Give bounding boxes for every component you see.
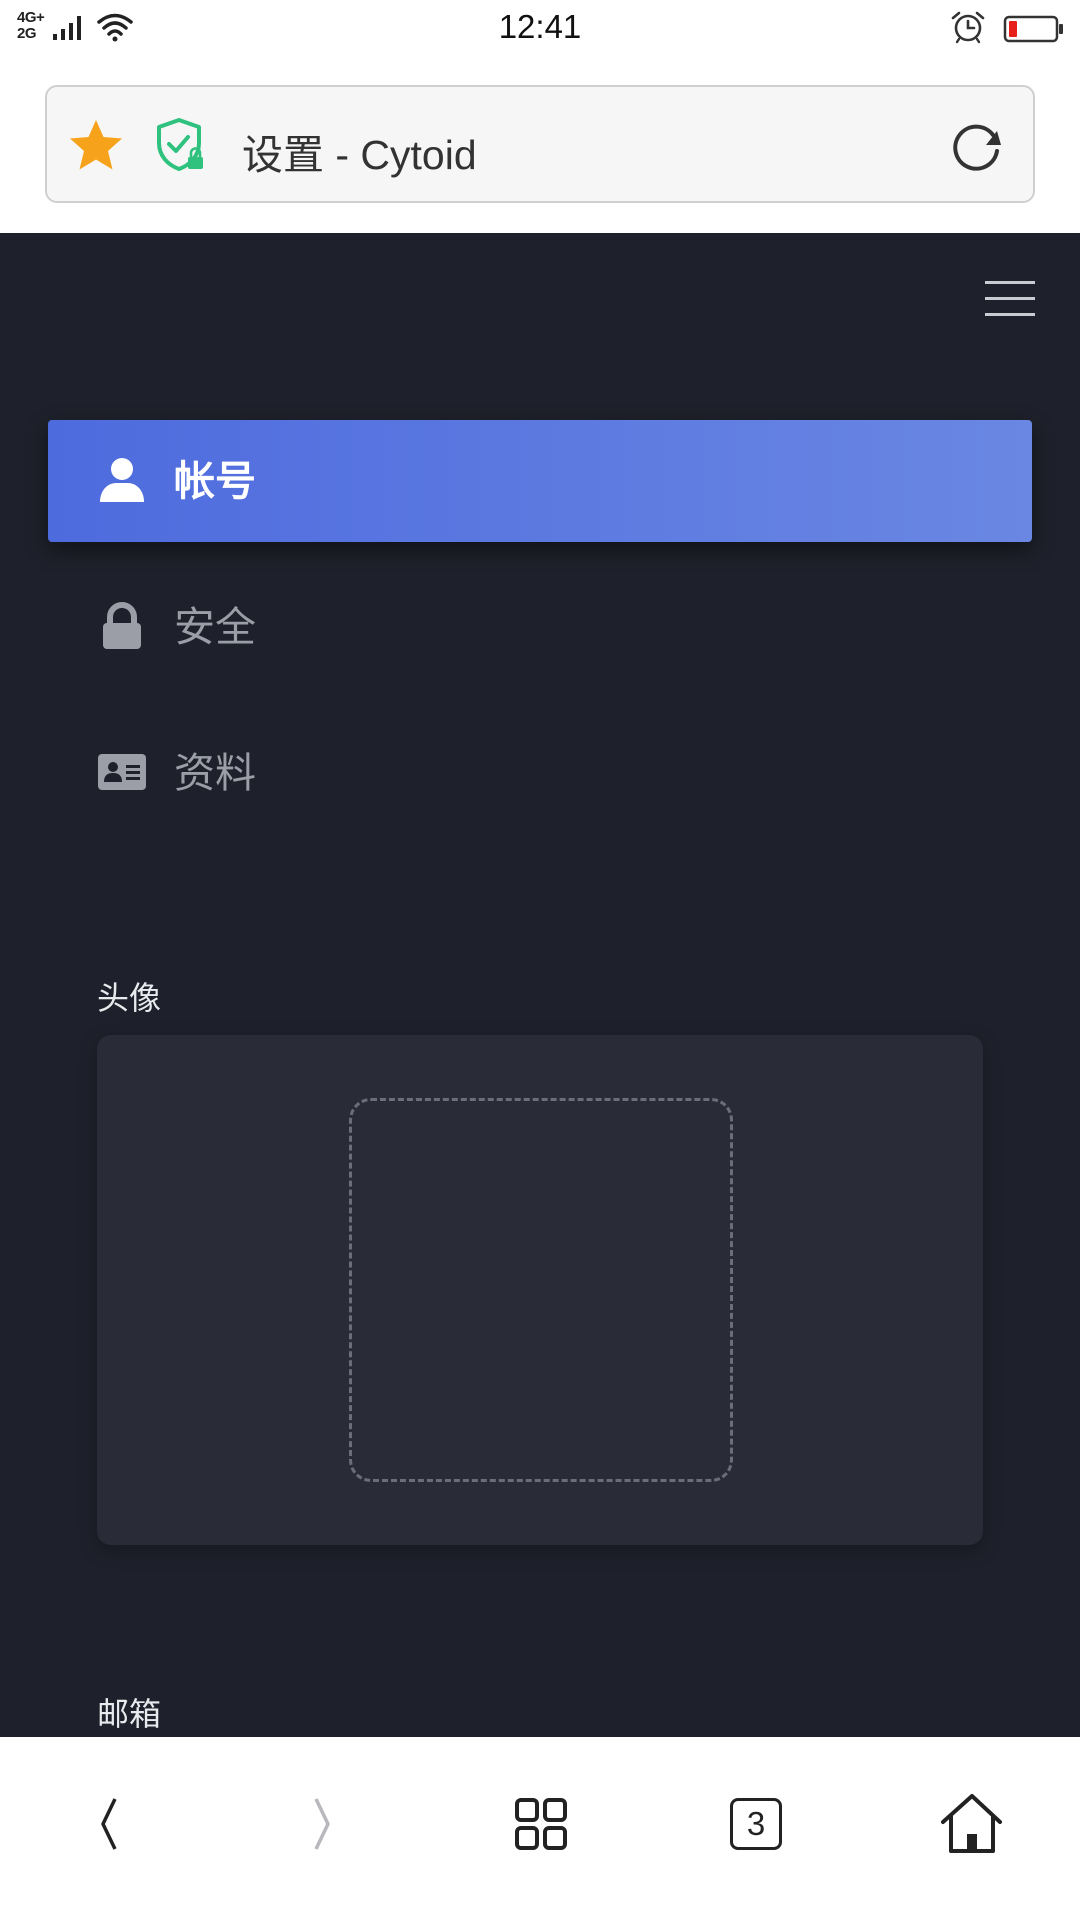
hamburger-icon[interactable] bbox=[985, 281, 1035, 317]
lock-icon bbox=[103, 602, 141, 649]
battery-icon bbox=[1003, 15, 1063, 43]
email-label: 邮箱 bbox=[97, 1696, 162, 1732]
forward-icon[interactable] bbox=[288, 1789, 358, 1859]
clock: 12:41 bbox=[498, 8, 582, 45]
nav-item-account[interactable]: 帐号 bbox=[48, 420, 1032, 542]
reload-icon[interactable] bbox=[949, 120, 1003, 174]
star-icon[interactable] bbox=[67, 117, 125, 173]
shield-icon[interactable] bbox=[155, 117, 207, 173]
status-bar: 4G+ 2G 12:41 bbox=[0, 0, 1080, 57]
page-title[interactable]: 设置 - Cytoid bbox=[242, 121, 477, 181]
nav-item-label: 帐号 bbox=[174, 458, 256, 504]
id-card-icon bbox=[98, 754, 146, 790]
nav-item-label: 安全 bbox=[174, 604, 256, 650]
tab-count: 3 bbox=[746, 1805, 766, 1842]
avatar-dropzone[interactable] bbox=[349, 1098, 733, 1482]
nav-item-profile[interactable]: 资料 bbox=[48, 712, 1032, 834]
back-icon[interactable] bbox=[73, 1789, 143, 1859]
home-icon[interactable] bbox=[936, 1789, 1006, 1859]
settings-page: 帐号 安全 资料 头像 邮箱 bbox=[0, 233, 1080, 1737]
avatar-upload-card bbox=[97, 1035, 983, 1545]
alarm-icon bbox=[951, 11, 985, 44]
browser-address-area: 设置 - Cytoid bbox=[0, 57, 1080, 233]
apps-icon[interactable] bbox=[505, 1789, 575, 1859]
nav-item-label: 资料 bbox=[174, 750, 256, 796]
tabs-icon[interactable]: 3 bbox=[730, 1798, 782, 1850]
user-icon bbox=[100, 458, 144, 502]
nav-item-security[interactable]: 安全 bbox=[48, 566, 1032, 688]
address-bar[interactable]: 设置 - Cytoid bbox=[45, 85, 1035, 203]
avatar-label: 头像 bbox=[97, 980, 162, 1016]
browser-toolbar: 3 bbox=[0, 1737, 1080, 1920]
